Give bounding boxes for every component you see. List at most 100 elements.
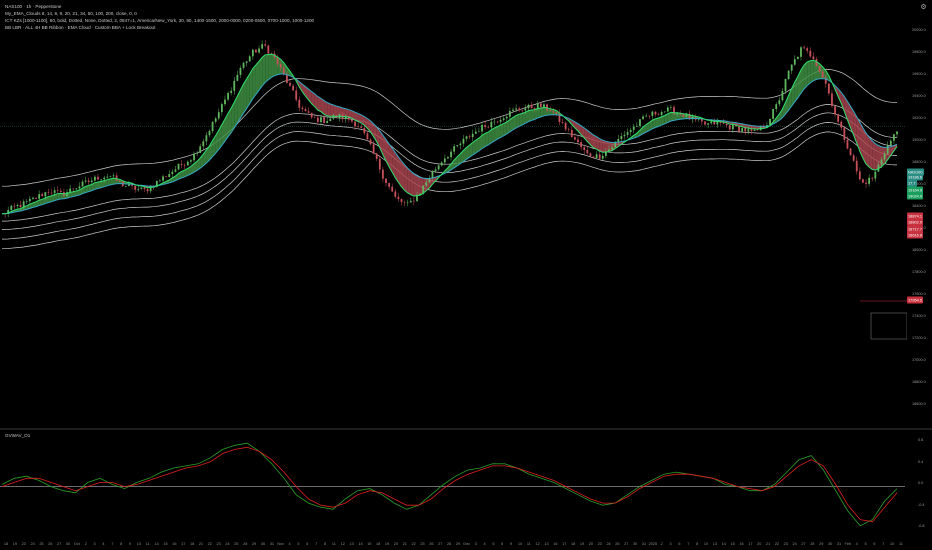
candle-body	[840, 121, 843, 128]
price-chart[interactable]	[0, 0, 907, 430]
candle-body	[72, 188, 75, 190]
candle-body	[598, 154, 601, 159]
candle-body	[639, 119, 641, 126]
candle-body	[78, 186, 81, 189]
candle-body	[499, 119, 502, 122]
candle-body	[617, 139, 620, 142]
gear-icon[interactable]: ⚙	[920, 4, 927, 11]
candle-body	[543, 104, 545, 108]
range-box	[870, 312, 907, 340]
candle-body	[837, 114, 840, 122]
time-tick-label: 17	[748, 542, 753, 546]
time-tick-label: 25	[420, 542, 425, 546]
candle-body	[159, 180, 161, 182]
candle-body	[109, 176, 112, 177]
candle-body	[561, 122, 564, 123]
time-tick-label: 18	[3, 542, 9, 546]
candle-body	[397, 196, 400, 200]
candle-body	[744, 128, 747, 132]
candle-body	[682, 114, 685, 117]
candle-body	[295, 90, 298, 100]
ema-cloud-segment	[804, 61, 808, 90]
candle-body	[149, 185, 152, 192]
time-tick-label: Feb	[844, 542, 852, 546]
ema-cloud-segment	[491, 127, 495, 143]
ema-cloud-segment	[317, 96, 321, 112]
time-tick-label: 8	[120, 542, 123, 546]
time-tick-label: 3	[93, 542, 96, 546]
candle-body	[196, 152, 199, 154]
candle-body	[577, 139, 579, 143]
candle-body	[821, 71, 824, 78]
candle-body	[666, 107, 669, 112]
price-tag: 17.7	[907, 179, 917, 187]
candle-body	[657, 114, 660, 116]
time-tick-label: 16	[553, 542, 558, 546]
time-tick-label: 18	[571, 542, 576, 546]
time-tick-label: 27	[801, 542, 806, 546]
candle-body	[25, 201, 28, 202]
slow-ema-line	[2, 73, 898, 215]
time-tick-label: 28	[243, 542, 248, 546]
candle-body	[747, 129, 750, 132]
candle-body	[611, 147, 613, 150]
candle-body	[778, 100, 781, 105]
candle-body	[440, 162, 443, 166]
ema-cloud-segment	[416, 175, 421, 196]
time-tick-label: 25	[234, 542, 239, 546]
price-tick-label: 18400.0	[912, 204, 926, 208]
time-tick-label: 7	[687, 542, 690, 546]
time-tick-label: 16	[739, 542, 744, 546]
candle-body	[552, 111, 555, 113]
candle-body	[47, 192, 50, 193]
time-tick-label: 17	[181, 542, 186, 546]
candle-body	[784, 78, 787, 92]
time-tick-label: 23	[216, 542, 221, 546]
candle-body	[313, 117, 316, 118]
candle-body	[10, 205, 13, 211]
candle-body	[326, 121, 329, 124]
candle-body	[889, 140, 892, 146]
candle-body	[276, 57, 279, 65]
candle-body	[731, 124, 734, 130]
price-tick-label: 19600.0	[912, 72, 926, 76]
candle-body	[267, 45, 270, 54]
candle-body	[648, 115, 651, 117]
time-tick-label: 20	[588, 542, 593, 546]
time-tick-label: 30	[65, 542, 71, 546]
candle-body	[508, 110, 511, 117]
time-tick-label: 21	[402, 542, 407, 546]
candle-body	[230, 90, 233, 93]
candle-body	[406, 202, 409, 204]
ema-cloud-segment	[531, 109, 535, 121]
candle-body	[818, 65, 821, 72]
time-tick-label: Dec	[463, 542, 471, 546]
time-tick-label: 8	[696, 542, 699, 546]
candle-body	[137, 188, 140, 190]
oscillator-chart[interactable]	[0, 432, 907, 537]
candle-body	[323, 117, 325, 124]
time-tick-label: 12	[340, 542, 345, 546]
time-tick-label: 23	[597, 542, 602, 546]
time-tick-label: 15	[163, 542, 168, 546]
candle-body	[354, 121, 356, 127]
candle-body	[583, 147, 586, 150]
candle-body	[168, 174, 171, 178]
time-tick-label: 10	[517, 542, 523, 546]
time-tick-label: 26	[615, 542, 620, 546]
ema-cloud-segment	[810, 60, 814, 83]
time-tick-label: 24	[606, 542, 611, 546]
time-tick-label: 26	[48, 542, 53, 546]
candle-body	[462, 138, 465, 144]
candle-body	[242, 62, 245, 68]
candle-body	[434, 169, 437, 172]
candle-body	[533, 108, 536, 109]
candle-body	[443, 158, 446, 163]
pane-divider[interactable]	[0, 428, 932, 430]
candle-body	[862, 179, 864, 183]
candle-body	[183, 164, 186, 166]
candle-body	[84, 180, 87, 182]
candle-body	[493, 121, 496, 123]
candle-body	[555, 112, 558, 114]
indicator-tick-label: 0.4	[918, 459, 924, 464]
